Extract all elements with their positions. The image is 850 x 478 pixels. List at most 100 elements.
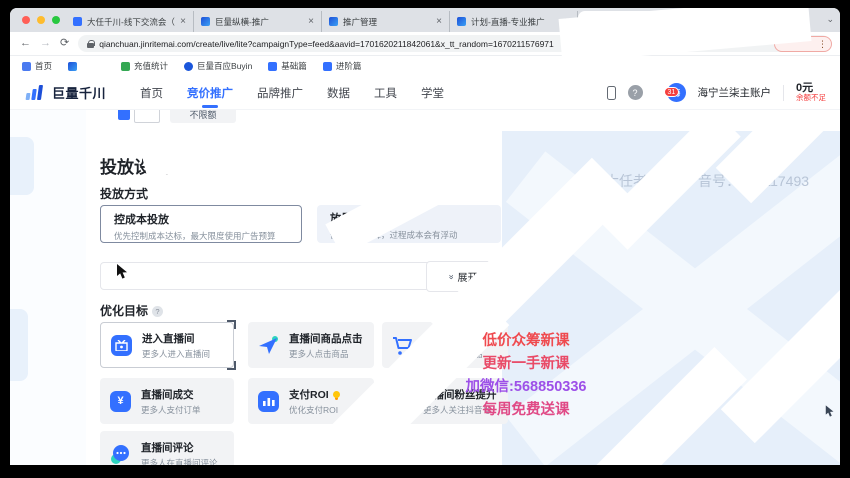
selection-corner (227, 320, 236, 329)
collapsed-settings-bar[interactable]: « 展开 (100, 262, 500, 290)
logo-bar (37, 85, 43, 100)
back-button[interactable]: ← (20, 38, 31, 49)
nav-academy[interactable]: 学堂 (421, 76, 444, 110)
tab-title: 推广管理 (343, 16, 431, 28)
goal-card-enter-liveroom[interactable]: 进入直播间 更多人进入直播间 (100, 322, 234, 368)
bookmark-label: 首页 (35, 60, 52, 72)
bookmark-recharge-stats[interactable]: 充值统计 (121, 60, 168, 72)
selection-corner (227, 361, 236, 370)
site-header: 巨量千川 首页 竞价推广 品牌推广 数据 工具 学堂 ? 31 海 海宁兰柒主账… (10, 76, 840, 109)
bookmark-label: 基础篇 (281, 60, 307, 72)
tab-title: 大任千川-线下交流会（基础篇） (87, 16, 175, 28)
minimize-window-button[interactable] (37, 16, 45, 24)
goal-desc: 优化支付ROI (289, 404, 340, 416)
tab-close-icon[interactable]: × (436, 16, 442, 27)
bookmark-icon (68, 62, 77, 71)
goal-card-product-click[interactable]: 直播间商品点击 更多人点击商品 (248, 322, 374, 368)
mobile-app-icon[interactable] (607, 86, 616, 100)
goal-card-comments[interactable]: 直播间评论 更多人在直播间评论 (100, 431, 234, 465)
kebab-menu-icon[interactable]: ⋮ (818, 39, 827, 50)
logo-bar (31, 89, 37, 100)
bookmark-label: 充值统计 (134, 60, 168, 72)
promo-line: 更新一手新课 (450, 353, 602, 376)
tab-promotion-manage[interactable]: 推广管理 × (322, 11, 450, 32)
bookmark-advanced[interactable]: 进阶篇 (323, 60, 362, 72)
chart-bars-icon (256, 389, 281, 414)
tab-title: 巨量纵横-推广 (215, 16, 303, 28)
reload-button[interactable]: ⟳ (60, 38, 69, 49)
budget-input-fragment[interactable] (134, 109, 160, 123)
goal-title: 进入直播间 (142, 331, 210, 346)
bookmark-buyin[interactable]: 巨量百应Buyin (184, 60, 252, 72)
option-desc: 优先控制成本达标，最大限度使用广告预算 (114, 230, 288, 242)
header-right-cluster: ? 31 海 海宁兰柒主账户 0元 余额不足 (607, 82, 827, 102)
background-shape (10, 137, 34, 195)
qianchuan-logo-icon[interactable] (26, 85, 42, 100)
goal-desc: 更多人进入直播间 (142, 348, 210, 360)
no-limit-chip[interactable]: 不限额 (170, 109, 236, 123)
balance-block[interactable]: 0元 余额不足 (796, 82, 826, 102)
brand-name: 巨量千川 (52, 83, 106, 102)
budget-icon (118, 109, 130, 120)
bookmarks-bar: 首页 充值统计 巨量百应Buyin 基础篇 进阶篇 (10, 56, 840, 76)
cover-stripe (140, 119, 264, 179)
tab-overflow-chevron-icon[interactable]: ⌄ (826, 14, 834, 25)
tab-juliang-zongheng[interactable]: 巨量纵横-推广 × (194, 11, 322, 32)
url-text: qianchuan.jinritemai.com/create/live/lit… (99, 39, 554, 49)
close-window-button[interactable] (22, 16, 30, 24)
goal-title: 直播间成交 (141, 387, 201, 402)
nav-tools[interactable]: 工具 (374, 76, 397, 110)
goal-card-transaction[interactable]: ¥ 直播间成交 更多人支付订单 (100, 378, 234, 424)
live-tv-icon (109, 333, 134, 358)
nav-brand-promotion[interactable]: 品牌推广 (257, 76, 303, 110)
nav-data[interactable]: 数据 (327, 76, 350, 110)
yen-icon: ¥ (108, 389, 133, 414)
optimize-goal-label: 优化目标? (100, 302, 163, 319)
delivery-option-cost-control[interactable]: 控成本投放 优先控制成本达标，最大限度使用广告预算 (100, 205, 302, 243)
nav-home[interactable]: 首页 (140, 76, 163, 110)
tab-favicon (329, 17, 338, 26)
bookmark-label: 进阶篇 (336, 60, 362, 72)
bookmark-icon (184, 62, 193, 71)
site-nav: 首页 竞价推广 品牌推广 数据 工具 学堂 (140, 76, 444, 110)
background-shape (10, 309, 28, 381)
tab-daren-qianchuan[interactable]: 大任千川-线下交流会（基础篇） × (66, 11, 194, 32)
bookmark-icon (268, 62, 277, 71)
maximize-window-button[interactable] (52, 16, 60, 24)
help-icon[interactable]: ? (628, 85, 643, 100)
balance-warning: 余额不足 (796, 94, 826, 102)
delivery-method-label: 投放方式 (100, 185, 148, 202)
lightbulb-icon (333, 391, 340, 398)
divider (783, 85, 784, 101)
tab-favicon (201, 17, 210, 26)
nav-bidding-promotion[interactable]: 竞价推广 (187, 76, 233, 110)
account-name[interactable]: 海宁兰柒主账户 (698, 85, 772, 100)
bookmark-icon (121, 62, 130, 71)
bookmark-icon (323, 62, 332, 71)
mouse-cursor-icon (116, 264, 129, 285)
promo-overlay-text: 低价众筹新课 更新一手新课 加微信:568850336 每周免费送课 (450, 330, 602, 422)
bookmark-label: 巨量百应Buyin (197, 60, 252, 72)
tab-close-icon[interactable]: × (308, 16, 314, 27)
tab-title: 计划-直播-专业推广 (471, 16, 559, 28)
bookmark-home[interactable]: 首页 (22, 60, 52, 72)
notification-badge: 31 (664, 87, 680, 97)
lock-icon (87, 40, 94, 48)
info-icon[interactable]: ? (152, 306, 163, 317)
promo-line: 低价众筹新课 (450, 330, 602, 353)
goal-title: 支付ROI (289, 387, 340, 402)
goal-title: 直播间商品点击 (289, 331, 363, 346)
logo-bar (26, 93, 31, 100)
goal-desc: 更多人点击商品 (289, 348, 363, 360)
bookmark-icon-only[interactable] (68, 62, 81, 71)
goal-title: 直播间评论 (141, 440, 218, 455)
option-title: 控成本投放 (114, 211, 288, 227)
browser-window: 大任千川-线下交流会（基础篇） × 巨量纵横-推广 × 推广管理 × 计划-直播… (10, 8, 840, 465)
goal-title-text: 支付ROI (289, 389, 329, 401)
tab-close-icon[interactable]: × (180, 16, 186, 27)
mouse-cursor-icon (825, 405, 835, 423)
bookmark-basics[interactable]: 基础篇 (268, 60, 307, 72)
forward-button[interactable]: → (40, 38, 51, 49)
bookmark-icon (22, 62, 31, 71)
campaign-create-page: 大任老师 音号：608117493 不限额 投放设置 投放方式 控成本投放 优先… (10, 109, 840, 465)
